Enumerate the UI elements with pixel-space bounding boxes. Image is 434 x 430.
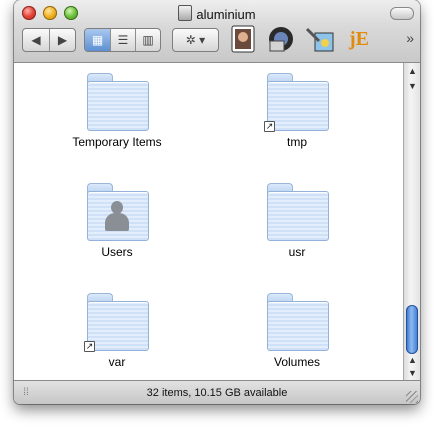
toolbar: aluminium ◀ ▶ ▦ ☰ ▥ ✲ ▾ jE »	[14, 0, 420, 63]
back-forward-control: ◀ ▶	[22, 28, 76, 52]
folder-item-volumes[interactable]: Volumes	[222, 293, 372, 369]
folder-item-users[interactable]: Users	[42, 183, 192, 259]
folder-label: Temporary Items	[72, 135, 162, 149]
column-view-button[interactable]: ▥	[135, 29, 160, 51]
grip-icon: ⁞⁞	[23, 387, 29, 398]
folder-alias-icon: ↗	[264, 73, 329, 132]
folder-label: usr	[288, 245, 306, 259]
photo-booth-icon[interactable]	[228, 24, 258, 54]
finder-window: aluminium ◀ ▶ ▦ ☰ ▥ ✲ ▾ jE » Temporary I…	[14, 0, 420, 404]
folder-item-usr[interactable]: usr	[222, 183, 372, 259]
status-text: 32 items, 10.15 GB available	[146, 387, 288, 399]
icon-view-button[interactable]: ▦	[85, 29, 110, 51]
preview-icon[interactable]	[305, 24, 335, 54]
folder-label: var	[108, 355, 126, 369]
view-mode-control: ▦ ☰ ▥	[84, 28, 161, 52]
gear-icon: ✲ ▾	[185, 33, 206, 47]
scroll-down-arrow[interactable]: ▼	[404, 366, 420, 379]
folder-alias-icon: ↗	[84, 293, 149, 352]
forward-button[interactable]: ▶	[49, 29, 75, 51]
folder-item-temporary-items[interactable]: Temporary Items	[42, 73, 192, 149]
action-menu-button[interactable]: ✲ ▾	[172, 28, 219, 52]
vertical-scrollbar[interactable]: ▲ ▼ ▲ ▼	[403, 63, 420, 380]
scroll-down-arrow-top[interactable]: ▼	[404, 79, 420, 92]
window-title-text: aluminium	[196, 7, 256, 22]
alias-arrow-icon: ↗	[264, 121, 275, 132]
toolbar-toggle-button[interactable]	[390, 7, 414, 20]
folder-label: Volumes	[273, 355, 321, 369]
resize-handle[interactable]	[406, 391, 418, 403]
toolbar-overflow-button[interactable]: »	[406, 30, 414, 46]
back-button[interactable]: ◀	[23, 29, 49, 51]
scroll-thumb[interactable]	[406, 305, 418, 354]
list-view-button[interactable]: ☰	[110, 29, 135, 51]
image-capture-icon[interactable]	[266, 24, 296, 54]
window-title: aluminium	[14, 5, 420, 22]
scroll-up-arrow-bottom[interactable]: ▲	[404, 353, 420, 366]
status-bar: ⁞⁞ 32 items, 10.15 GB available	[14, 380, 420, 404]
disk-icon	[178, 5, 193, 21]
folder-label: tmp	[286, 135, 307, 149]
scroll-up-arrow[interactable]: ▲	[404, 64, 420, 77]
user-silhouette-icon	[105, 201, 129, 233]
folder-label: Users	[101, 245, 133, 259]
folder-icon	[87, 73, 149, 131]
folder-icon	[267, 293, 329, 351]
folder-icon	[267, 183, 329, 241]
folder-item-var[interactable]: ↗ var	[42, 293, 192, 369]
alias-arrow-icon: ↗	[84, 341, 95, 352]
folder-content: Temporary Items ↗ tmp Users usr ↗ var Vo…	[14, 63, 403, 380]
users-folder-icon	[87, 183, 149, 241]
je-editor-icon[interactable]: jE	[344, 24, 374, 54]
folder-item-tmp[interactable]: ↗ tmp	[222, 73, 372, 149]
